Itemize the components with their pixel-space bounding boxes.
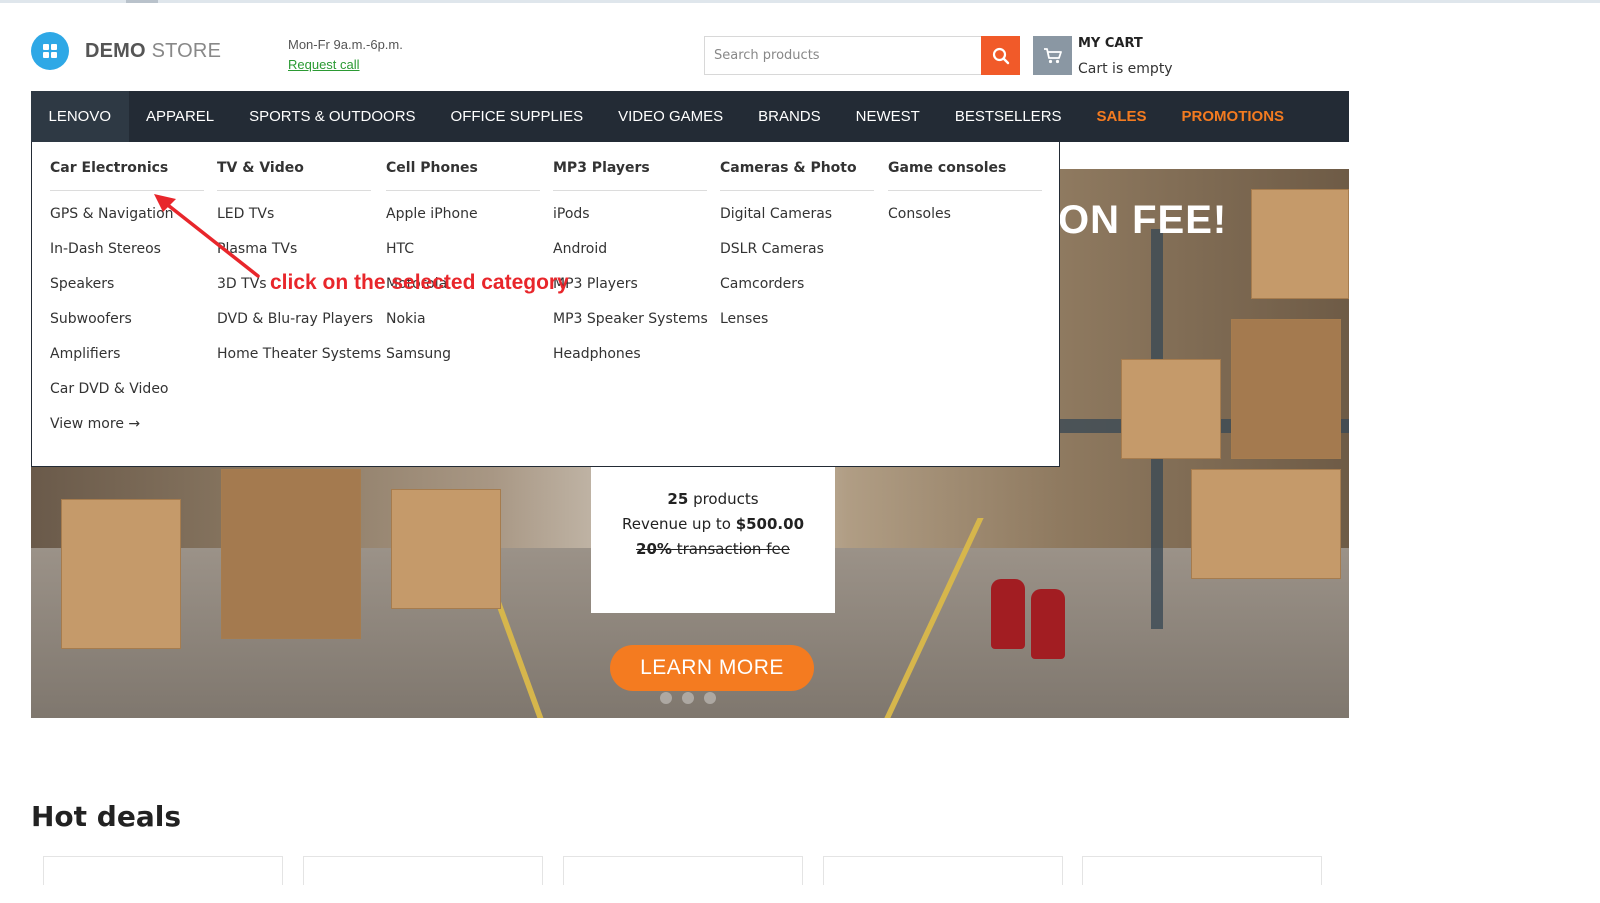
warehouse-box: [1121, 359, 1221, 459]
nav-item-bestsellers[interactable]: BESTSELLERS: [937, 91, 1079, 142]
carousel-dot[interactable]: [682, 692, 694, 704]
hot-deals-heading: Hot deals: [31, 800, 181, 833]
contact-block: Mon-Fr 9a.m.-6p.m. Request call: [288, 37, 403, 72]
search-icon: [992, 47, 1009, 64]
page-bottom-edge: [0, 885, 1600, 903]
warehouse-box: [1191, 469, 1341, 579]
learn-more-button[interactable]: LEARN MORE: [610, 645, 814, 691]
tab-indicator: [126, 0, 158, 3]
nav-item-apparel[interactable]: APPAREL: [129, 91, 232, 142]
logo-suffix: STORE: [151, 39, 222, 62]
nav-item-sports-outdoors[interactable]: SPORTS & OUTDOORS: [232, 91, 433, 142]
logo-text: DEMO STORE: [85, 40, 221, 63]
warehouse-box: [1231, 319, 1341, 459]
menu-column-game-consoles: Game consoles Consoles: [888, 160, 1042, 232]
revenue-label: Revenue up to: [621, 515, 736, 533]
revenue-line: Revenue up to $500.00: [591, 512, 835, 537]
red-tank: [991, 579, 1025, 649]
nav-item-lenovo[interactable]: LENOVO: [31, 91, 129, 142]
cart-title[interactable]: MY CART: [1078, 36, 1143, 51]
browser-top-strip: [0, 0, 1600, 3]
cart-button[interactable]: [1033, 36, 1072, 75]
menu-column-title[interactable]: TV & Video: [217, 160, 371, 191]
search-button[interactable]: [981, 36, 1020, 75]
menu-item[interactable]: DVD & Blu-ray Players: [217, 302, 373, 337]
menu-column-title[interactable]: MP3 Players: [553, 160, 707, 191]
annotation-arrow: [154, 194, 260, 278]
products-label: products: [688, 490, 759, 508]
cart-status: Cart is empty: [1078, 61, 1173, 77]
tutorial-annotation-text: click on the selected category: [270, 271, 569, 294]
products-line: 25 products: [591, 487, 835, 512]
nav-item-office-supplies[interactable]: OFFICE SUPPLIES: [433, 91, 601, 142]
nav-item-sales[interactable]: SALES: [1079, 91, 1164, 142]
menu-item[interactable]: Headphones: [553, 337, 707, 372]
nav-item-video-games[interactable]: VIDEO GAMES: [601, 91, 741, 142]
menu-item[interactable]: Android: [553, 232, 707, 267]
menu-item[interactable]: Samsung: [386, 337, 540, 372]
menu-item[interactable]: HTC: [386, 232, 540, 267]
carousel-dots: [660, 692, 716, 704]
menu-item[interactable]: Digital Cameras: [720, 197, 874, 232]
menu-item[interactable]: Apple iPhone: [386, 197, 540, 232]
search-bar: [704, 36, 1020, 75]
red-tank: [1031, 589, 1065, 659]
menu-item[interactable]: Nokia: [386, 302, 540, 337]
warehouse-box: [221, 469, 361, 639]
revenue-value: $500.00: [735, 515, 805, 533]
warehouse-box: [1251, 189, 1349, 299]
menu-column-title[interactable]: Car Electronics: [50, 160, 204, 191]
menu-item[interactable]: MP3 Players: [553, 267, 707, 302]
business-hours: Mon-Fr 9a.m.-6p.m.: [288, 37, 403, 52]
banner-headline: ON FEE!: [1058, 198, 1228, 242]
fee-line: 20% transaction fee: [591, 537, 835, 562]
carousel-dot[interactable]: [704, 692, 716, 704]
menu-column-cameras-photo: Cameras & Photo Digital Cameras DSLR Cam…: [720, 160, 874, 337]
view-more-link[interactable]: View more →: [50, 407, 204, 442]
menu-item[interactable]: MP3 Speaker Systems: [553, 302, 708, 337]
fee-label: transaction fee: [671, 540, 790, 558]
warehouse-box: [391, 489, 501, 609]
logo-icon: [31, 32, 69, 70]
menu-column-title[interactable]: Cameras & Photo: [720, 160, 874, 191]
cart-icon: [1043, 47, 1062, 63]
nav-item-brands[interactable]: BRANDS: [741, 91, 839, 142]
store-logo[interactable]: DEMO STORE: [31, 32, 221, 70]
menu-column-mp3-players: MP3 Players iPods Android MP3 Players MP…: [553, 160, 708, 372]
menu-item[interactable]: Subwoofers: [50, 302, 204, 337]
menu-item[interactable]: Home Theater Systems: [217, 337, 381, 372]
nav-item-newest[interactable]: NEWEST: [838, 91, 937, 142]
fee-percent: 20%: [636, 540, 672, 558]
menu-item[interactable]: Camcorders: [720, 267, 874, 302]
logo-brand: DEMO: [85, 39, 146, 62]
warehouse-box: [61, 499, 181, 649]
products-count: 25: [667, 490, 689, 508]
menu-item[interactable]: Car DVD & Video: [50, 372, 204, 407]
search-input[interactable]: [704, 36, 981, 75]
plan-info-box: 25 products Revenue up to $500.00 20% tr…: [591, 467, 835, 613]
menu-column-cell-phones: Cell Phones Apple iPhone HTC Motorola No…: [386, 160, 540, 372]
menu-column-title[interactable]: Game consoles: [888, 160, 1042, 191]
request-call-link[interactable]: Request call: [288, 57, 403, 72]
menu-item[interactable]: Amplifiers: [50, 337, 204, 372]
menu-column-title[interactable]: Cell Phones: [386, 160, 540, 191]
nav-item-promotions[interactable]: PROMOTIONS: [1164, 91, 1302, 142]
menu-item[interactable]: Consoles: [888, 197, 1042, 232]
main-nav: LENOVO APPAREL SPORTS & OUTDOORS OFFICE …: [31, 91, 1349, 142]
menu-item[interactable]: iPods: [553, 197, 707, 232]
menu-item[interactable]: Lenses: [720, 302, 874, 337]
carousel-dot[interactable]: [660, 692, 672, 704]
menu-item[interactable]: DSLR Cameras: [720, 232, 874, 267]
